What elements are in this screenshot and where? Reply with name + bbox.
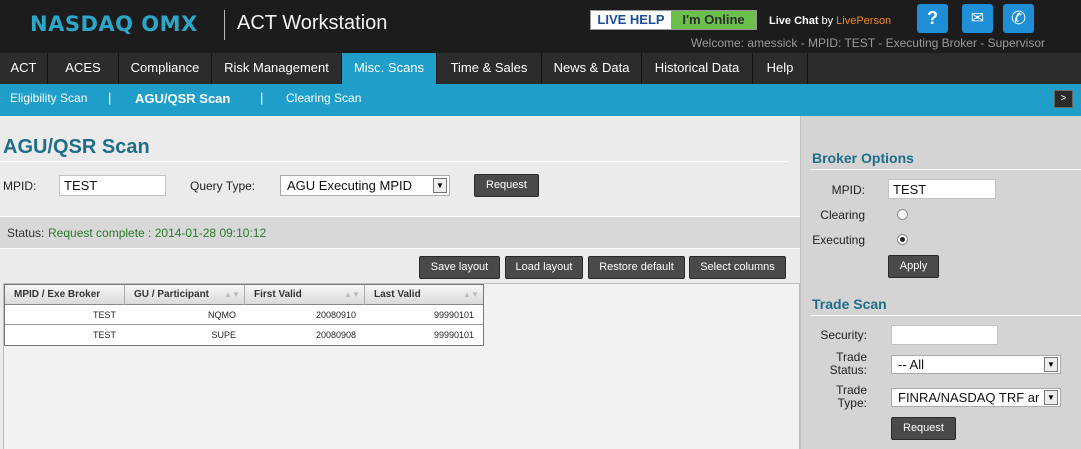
executing-radio[interactable]: [897, 234, 908, 245]
tab-historical-data[interactable]: Historical Data: [642, 53, 753, 84]
broker-mpid-input[interactable]: TEST: [888, 179, 996, 199]
results-grid: MPID / Exe Broker GU / Participant ▲▼ Fi…: [4, 284, 484, 346]
expand-panel-icon[interactable]: >: [1054, 90, 1073, 108]
trade-status-value: -- All: [898, 357, 924, 372]
help-icon[interactable]: ?: [917, 4, 948, 33]
chevron-down-icon[interactable]: ▼: [1044, 357, 1058, 372]
live-help-label[interactable]: LIVE HELP: [591, 11, 671, 29]
trade-type-value: FINRA/NASDAQ TRF ar: [898, 390, 1040, 405]
cell-mpid: TEST: [92, 330, 116, 340]
column-header-last-valid[interactable]: Last Valid ▲▼: [365, 285, 483, 305]
cell-gu-participant: SUPE: [211, 330, 236, 340]
broker-options-heading: Broker Options: [812, 150, 914, 166]
restore-default-button[interactable]: Restore default: [588, 256, 685, 279]
cell-last-valid: 99990101: [433, 310, 474, 320]
tab-misc-scans[interactable]: Misc. Scans: [342, 53, 437, 84]
sort-icon[interactable]: ▲▼: [224, 285, 240, 305]
nasdaq-omx-logo: NASDAQ OMX: [30, 12, 198, 36]
tab-compliance[interactable]: Compliance: [119, 53, 212, 84]
liveperson-label: LivePerson: [836, 15, 892, 27]
main-nav: ACT ACES Compliance Risk Management Misc…: [0, 53, 1081, 84]
save-layout-button[interactable]: Save layout: [419, 256, 500, 279]
options-panel: Broker Options MPID: TEST Clearing Execu…: [800, 116, 1081, 449]
tab-risk-management[interactable]: Risk Management: [212, 53, 342, 84]
apply-button[interactable]: Apply: [888, 255, 939, 278]
select-columns-button[interactable]: Select columns: [689, 256, 786, 279]
cell-gu-participant: NQMO: [208, 310, 236, 320]
by-label: by: [821, 15, 834, 27]
column-header-mpid[interactable]: MPID / Exe Broker: [5, 285, 125, 305]
trade-type-label: Trade Type:: [836, 383, 867, 410]
tab-news-and-data[interactable]: News & Data: [542, 53, 642, 84]
subnav-separator: |: [260, 90, 264, 105]
trade-scan-heading: Trade Scan: [812, 296, 887, 312]
live-chat-link[interactable]: Live Chat by LivePerson: [769, 15, 891, 27]
subnav-agu-qsr-scan[interactable]: AGU/QSR Scan: [135, 91, 230, 106]
sub-nav: Eligibility Scan | AGU/QSR Scan | Cleari…: [0, 84, 1081, 116]
chevron-down-icon[interactable]: ▼: [433, 178, 447, 193]
welcome-text: Welcome: amessick - MPID: TEST - Executi…: [690, 36, 1045, 50]
broker-options-divider: [811, 169, 1081, 170]
load-layout-button[interactable]: Load layout: [505, 256, 583, 279]
trade-scan-request-button[interactable]: Request: [891, 417, 956, 440]
online-status-badge[interactable]: I'm Online: [671, 11, 756, 29]
request-button[interactable]: Request: [474, 174, 539, 197]
tab-aces[interactable]: ACES: [48, 53, 119, 84]
column-header-gu-participant[interactable]: GU / Participant ▲▼: [125, 285, 245, 305]
column-header-first-valid[interactable]: First Valid ▲▼: [245, 285, 365, 305]
mail-icon[interactable]: ✉: [962, 4, 993, 33]
trade-scan-divider: [811, 315, 1081, 316]
tab-time-and-sales[interactable]: Time & Sales: [437, 53, 542, 84]
security-label: Security:: [820, 328, 867, 342]
subnav-clearing-scan[interactable]: Clearing Scan: [286, 91, 361, 105]
trade-type-select[interactable]: FINRA/NASDAQ TRF ar ▼: [891, 388, 1061, 407]
broker-mpid-label: MPID:: [831, 183, 865, 197]
table-row[interactable]: TEST NQMO 20080910 99990101: [5, 305, 483, 325]
mpid-input[interactable]: TEST: [59, 175, 166, 196]
sort-icon[interactable]: ▲▼: [463, 285, 479, 305]
clearing-radio[interactable]: [897, 209, 908, 220]
app-header: NASDAQ OMX ACT Workstation LIVE HELP I'm…: [0, 0, 1081, 53]
results-grid-area: MPID / Exe Broker GU / Participant ▲▼ Fi…: [3, 283, 800, 449]
query-type-select[interactable]: AGU Executing MPID ▼: [280, 175, 450, 196]
table-row[interactable]: TEST SUPE 20080908 99990101: [5, 325, 483, 345]
sort-icon[interactable]: ▲▼: [344, 285, 360, 305]
grid-header: MPID / Exe Broker GU / Participant ▲▼ Fi…: [5, 285, 483, 305]
subnav-eligibility-scan[interactable]: Eligibility Scan: [10, 91, 87, 105]
mpid-label: MPID:: [3, 179, 37, 193]
clearing-label: Clearing: [820, 208, 865, 222]
trade-status-label: Trade Status:: [829, 350, 867, 377]
chevron-down-icon[interactable]: ▼: [1044, 390, 1058, 405]
cell-mpid: TEST: [92, 310, 116, 320]
query-type-value: AGU Executing MPID: [287, 178, 412, 193]
phone-icon[interactable]: ✆: [1003, 4, 1034, 33]
cell-first-valid: 20080908: [315, 330, 356, 340]
tab-help[interactable]: Help: [753, 53, 808, 84]
live-help-widget[interactable]: LIVE HELP I'm Online: [590, 10, 757, 30]
status-bar: Status: Request complete : 2014-01-28 09…: [0, 216, 800, 249]
page-title: AGU/QSR Scan: [3, 136, 150, 158]
main-content: AGU/QSR Scan MPID: TEST Query Type: AGU …: [0, 116, 800, 449]
status-label: Status:: [7, 226, 45, 240]
live-chat-label: Live Chat: [769, 15, 819, 27]
title-divider: [0, 161, 788, 162]
cell-last-valid: 99990101: [433, 330, 474, 340]
status-value: Request complete : 2014-01-28 09:10:12: [48, 226, 267, 240]
query-type-label: Query Type:: [190, 179, 256, 193]
trade-status-select[interactable]: -- All ▼: [891, 355, 1061, 374]
tab-act[interactable]: ACT: [0, 53, 48, 84]
security-input[interactable]: [891, 325, 998, 345]
cell-first-valid: 20080910: [315, 310, 356, 320]
subnav-separator: |: [108, 90, 112, 105]
logo-divider: [224, 10, 225, 40]
app-title: ACT Workstation: [237, 12, 388, 34]
executing-label: Executing: [812, 233, 865, 247]
